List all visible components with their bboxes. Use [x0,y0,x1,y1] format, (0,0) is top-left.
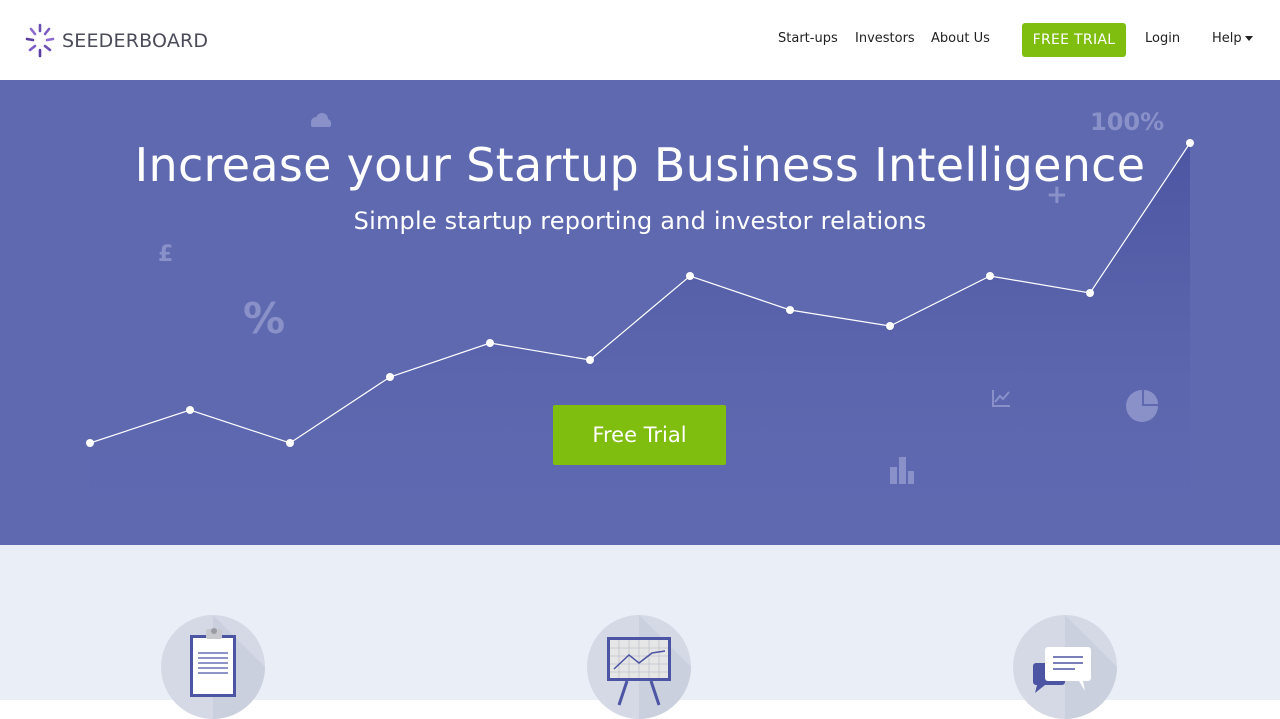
graph-point [86,439,94,447]
graph-point [1086,289,1094,297]
graph-point [486,339,494,347]
nav-help-label: Help [1212,31,1242,46]
graph-point [586,356,594,364]
hero-decor-100-percent: 100% [1090,108,1165,136]
site-header: SEEDERBOARD Start-ups Investors About Us… [0,0,1280,80]
presentation-chart-icon [607,615,691,719]
nav-investors[interactable]: Investors [855,31,915,46]
caret-down-icon [1244,36,1253,41]
feature-icon-circle [161,615,265,719]
graph-point [986,272,994,280]
graph-point [686,272,694,280]
graph-point [886,322,894,330]
feature-icon-circle [587,615,691,719]
hero-title: Increase your Startup Business Intellige… [134,138,1146,192]
graph-point [786,306,794,314]
feature-icon-circle [1013,615,1117,719]
cloud-icon [311,113,331,127]
hero-graph-area [90,143,1190,545]
seederboard-logo-icon [25,23,55,58]
hero-section: 100% % £ + Increase your Startup Busines… [0,80,1280,545]
hero-decor-pound: £ [158,242,174,267]
graph-point [186,406,194,414]
nav-help-dropdown[interactable]: Help [1212,31,1253,46]
nav-login[interactable]: Login [1145,31,1180,46]
logo[interactable]: SEEDERBOARD [24,22,208,60]
free-trial-nav-button[interactable]: FREE TRIAL [1022,23,1126,57]
nav-about-us[interactable]: About Us [931,31,990,46]
pie-chart-icon [1126,390,1158,422]
graph-point [286,439,294,447]
hero-decor-percent: % [243,294,286,343]
clipboard-icon [190,615,265,719]
nav-startups[interactable]: Start-ups [778,31,838,46]
features-section [0,545,1280,719]
hero-subtitle: Simple startup reporting and investor re… [353,207,927,235]
free-trial-hero-button[interactable]: Free Trial [553,405,726,465]
logo-text: SEEDERBOARD [62,30,209,52]
graph-point [386,373,394,381]
chat-bubbles-icon [1033,615,1117,719]
